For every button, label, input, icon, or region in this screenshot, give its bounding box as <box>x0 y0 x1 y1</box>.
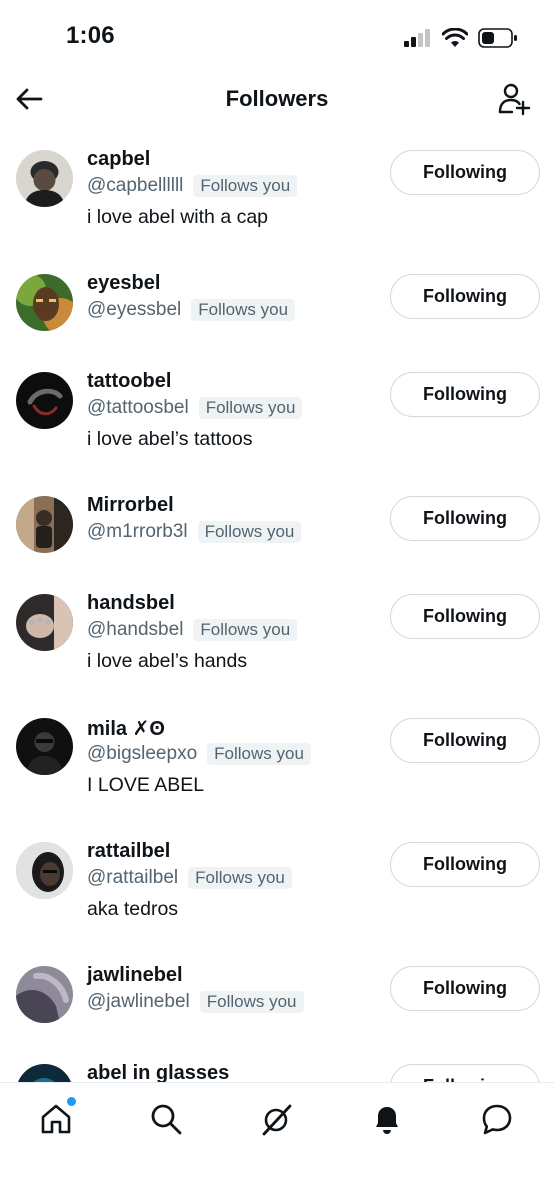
follows-you-badge: Follows you <box>207 743 311 765</box>
follower-bio: aka tedros <box>87 898 179 920</box>
handle-line: @tattoosbel Follows you <box>87 397 303 419</box>
following-button[interactable]: Following <box>390 274 540 319</box>
notification-dot <box>67 1097 76 1106</box>
follower-handle: @bigsleepxo <box>87 743 198 764</box>
follows-you-badge: Follows you <box>188 867 292 889</box>
messages-icon <box>482 1104 512 1135</box>
follower-handle: @rattailbel <box>87 867 179 888</box>
handle-line: @eyessbel Follows you <box>87 299 296 321</box>
follower-list: capbel @capbellllll Follows you i love a… <box>0 138 554 1082</box>
follower-name: capbel <box>87 148 151 170</box>
following-button[interactable]: Following <box>390 842 540 887</box>
follower-name: abel in glasses <box>87 1062 230 1082</box>
avatar[interactable] <box>16 150 73 207</box>
following-button[interactable]: Following <box>390 966 540 1011</box>
follower-handle: @eyessbel <box>87 299 182 320</box>
bell-icon <box>376 1107 398 1134</box>
avatar[interactable] <box>16 274 73 331</box>
follows-you-badge: Follows you <box>197 521 302 543</box>
follows-you-badge: Follows you <box>193 175 298 197</box>
handle-line: @capbellllll Follows you <box>87 175 298 197</box>
follower-name: eyesbel <box>87 272 161 294</box>
avatar[interactable] <box>16 372 73 429</box>
avatar[interactable] <box>16 966 73 1023</box>
wifi-icon <box>442 28 468 47</box>
status-time: 1:06 <box>66 22 115 49</box>
handle-line: @m1rrorb3l Follows you <box>87 521 302 543</box>
battery-icon <box>478 28 517 48</box>
follower-handle: @capbellllll <box>87 175 184 196</box>
status-icons <box>404 26 518 50</box>
status-bar: 1:06 <box>0 0 554 70</box>
bottom-nav <box>0 1082 554 1200</box>
avatar[interactable] <box>16 594 73 651</box>
nav-notifications[interactable] <box>369 1101 405 1137</box>
avatar[interactable] <box>16 496 73 553</box>
handle-line: @bigsleepxo Follows you <box>87 743 311 765</box>
follower-bio: I LOVE ABEL <box>87 774 205 796</box>
search-icon <box>151 1104 182 1135</box>
follower-name: mila ✗ʘ <box>87 718 165 740</box>
follows-you-badge: Follows you <box>191 299 296 321</box>
following-button[interactable]: Following <box>390 594 540 639</box>
follower-bio: i love abel’s hands <box>87 650 248 672</box>
follower-handle: @m1rrorb3l <box>87 521 188 542</box>
follows-you-badge: Follows you <box>199 991 304 1013</box>
nav-messages[interactable] <box>479 1101 515 1137</box>
follower-name: rattailbel <box>87 840 171 862</box>
handle-line: @rattailbel Follows you <box>87 867 292 889</box>
following-button[interactable]: Following <box>390 496 540 541</box>
following-button[interactable]: Following <box>390 1064 540 1082</box>
following-button[interactable]: Following <box>390 372 540 417</box>
follower-name: Mirrorbel <box>87 494 174 516</box>
follower-handle: @jawlinebel <box>87 991 190 1012</box>
follower-handle: @handsbel <box>87 619 184 640</box>
avatar[interactable] <box>16 842 73 899</box>
follower-bio: i love abel with a cap <box>87 206 269 228</box>
home-icon <box>41 1104 71 1134</box>
cellular-signal-icon <box>404 29 430 47</box>
add-user-icon <box>498 83 531 116</box>
follower-bio: i love abel’s tattoos <box>87 428 253 450</box>
follower-handle: @tattoosbel <box>87 397 189 418</box>
follows-you-badge: Follows you <box>193 619 298 641</box>
following-button[interactable]: Following <box>390 150 540 195</box>
follower-name: handsbel <box>87 592 175 614</box>
follower-name: jawlinebel <box>87 964 183 986</box>
page-title: Followers <box>225 86 329 111</box>
following-button[interactable]: Following <box>390 718 540 763</box>
nav-grok[interactable] <box>259 1101 295 1137</box>
nav-home[interactable] <box>38 1097 76 1137</box>
handle-line: @handsbel Follows you <box>87 619 298 641</box>
add-user-button[interactable] <box>498 82 532 116</box>
handle-line: @jawlinebel Follows you <box>87 991 304 1013</box>
follows-you-badge: Follows you <box>198 397 303 419</box>
avatar[interactable] <box>16 718 73 775</box>
page-header: Followers <box>0 70 554 128</box>
follower-name: tattoobel <box>87 370 172 392</box>
avatar[interactable] <box>16 1064 73 1082</box>
nav-search[interactable] <box>148 1101 184 1137</box>
grok-icon <box>262 1104 292 1136</box>
home-indicator <box>207 1187 347 1192</box>
